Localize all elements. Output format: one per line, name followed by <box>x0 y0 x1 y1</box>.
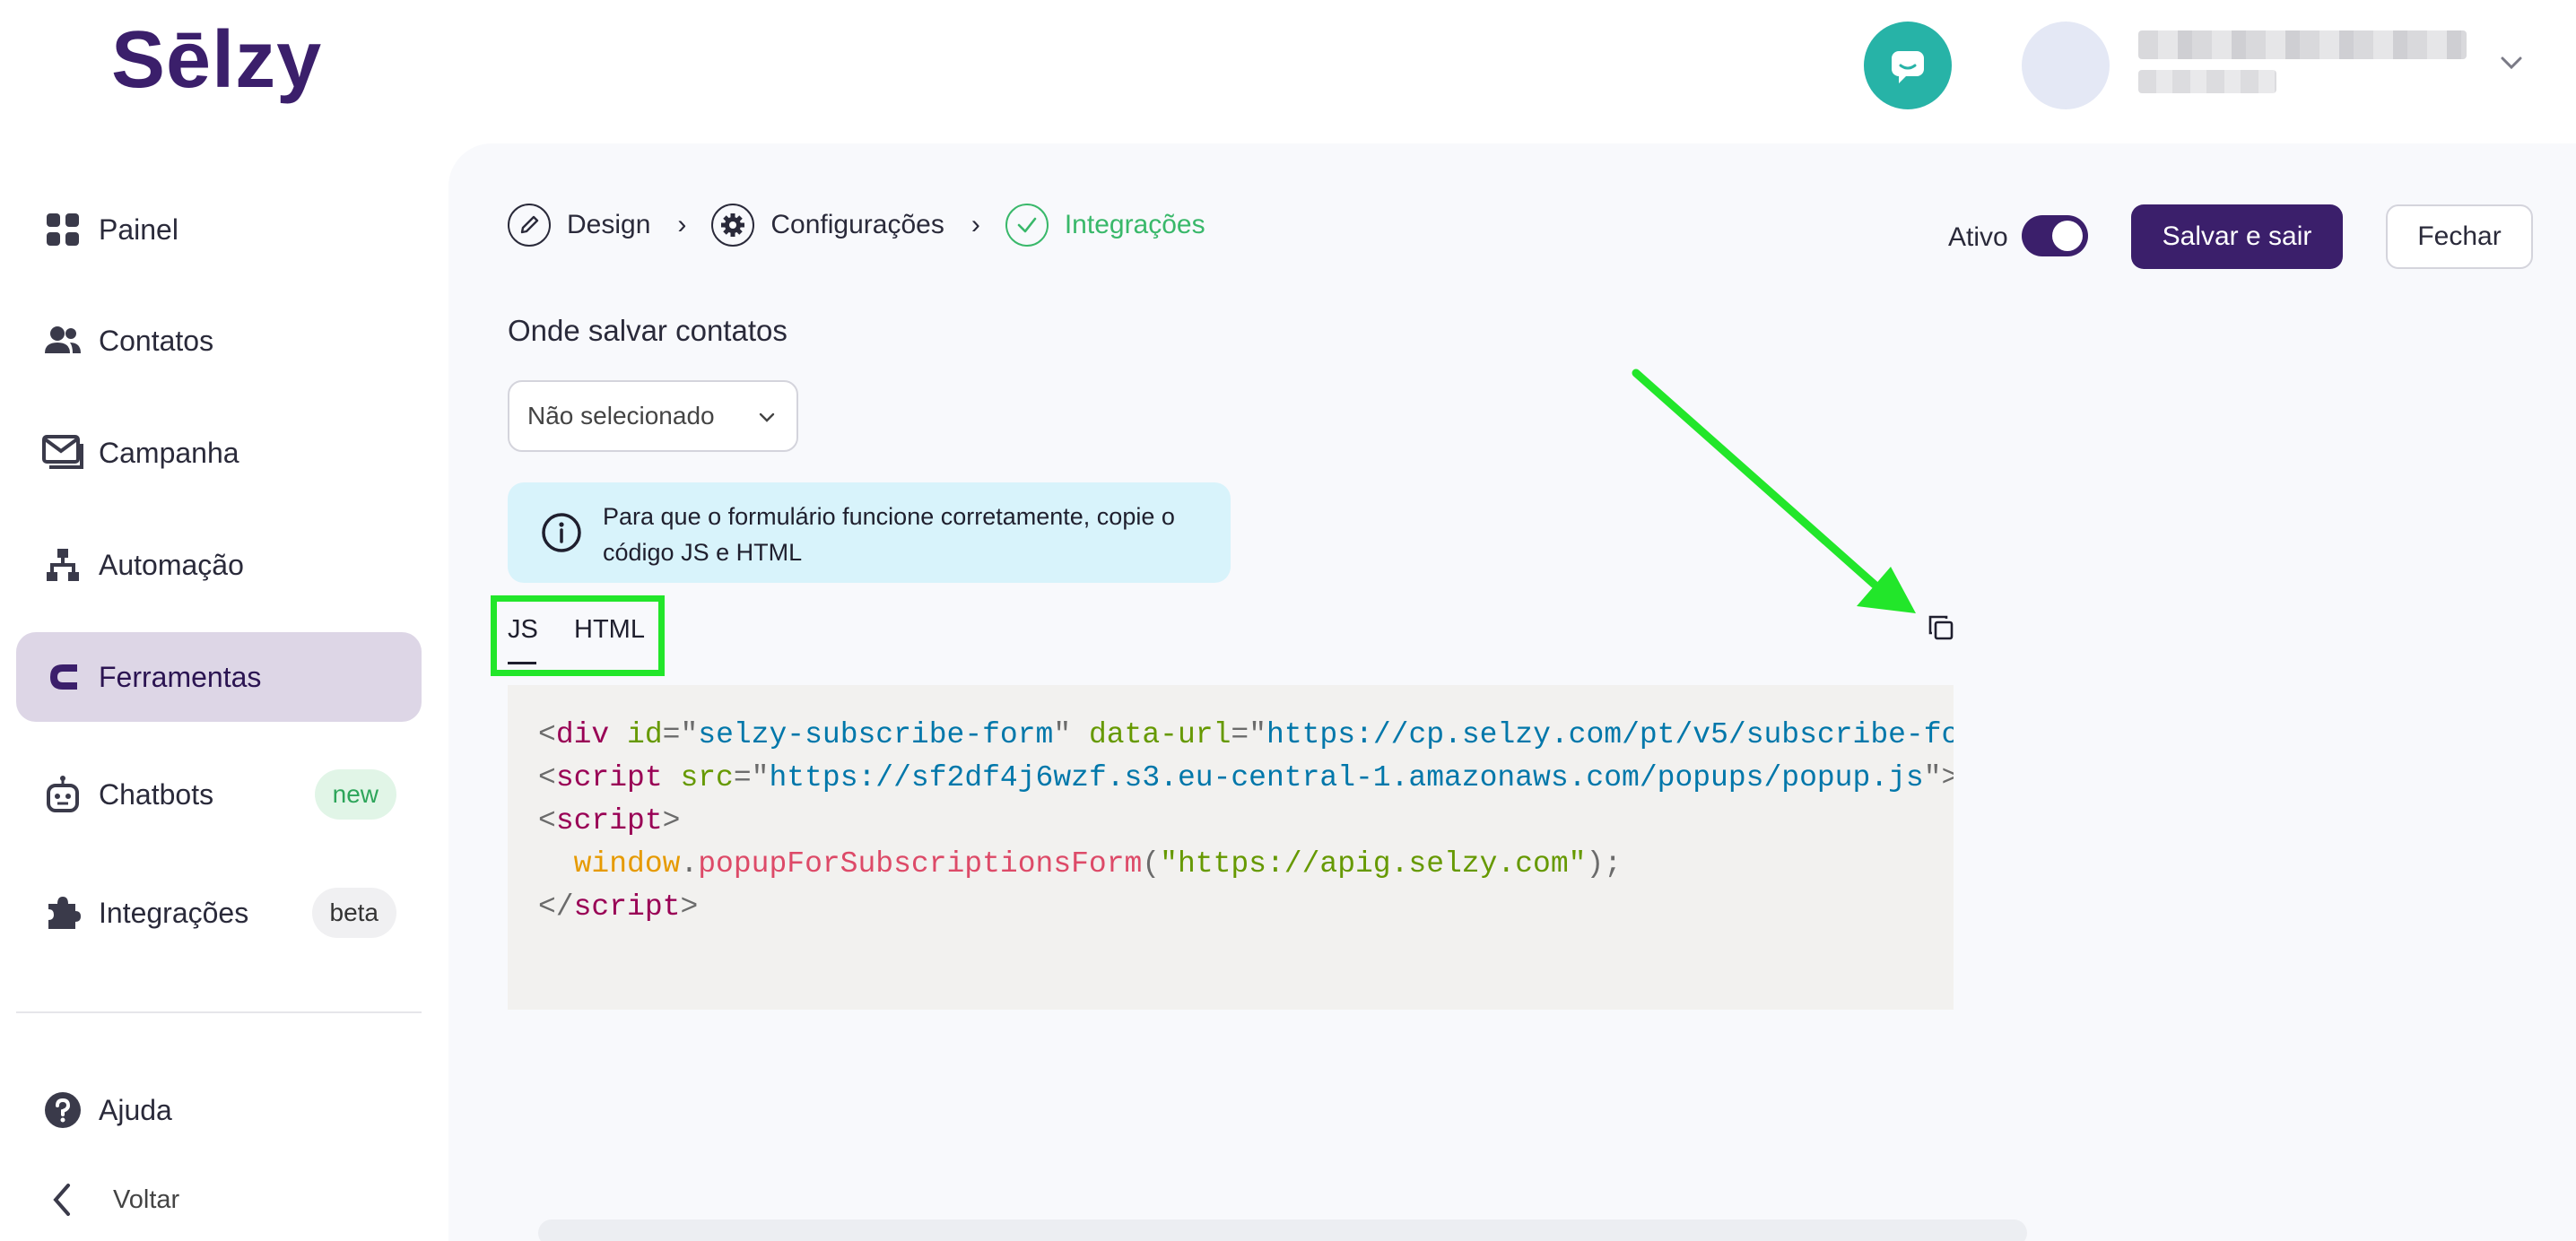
sidebar-item-painel[interactable]: Painel <box>16 185 422 274</box>
chat-bubble-icon <box>1892 51 1924 83</box>
code-tag: div <box>555 718 610 751</box>
sidebar-item-campanha[interactable]: Campanha <box>16 408 422 498</box>
contacts-list-select[interactable]: Não selecionado <box>508 380 798 452</box>
step-design[interactable]: Design <box>508 204 650 247</box>
robot-icon <box>41 773 84 816</box>
toggle-knob <box>2052 221 2083 251</box>
active-tab-indicator <box>508 662 536 664</box>
magnet-icon <box>41 655 84 699</box>
help-icon <box>41 1089 84 1132</box>
sidebar-item-ajuda[interactable]: Ajuda <box>16 1065 422 1155</box>
code-tag: script <box>555 761 663 794</box>
info-text: Para que o formulário funcione corretame… <box>603 503 1175 566</box>
code-string: https://cp.selzy.com/pt/v5/subscribe-for… <box>1266 718 1954 751</box>
code-block[interactable]: <div id="selzy-subscribe-form" data-url=… <box>508 685 1954 1010</box>
tab-js[interactable]: JS <box>508 615 538 645</box>
code-string: "https://apig.selzy.com" <box>1160 847 1587 881</box>
status-label: Ativo <box>1948 222 2008 252</box>
user-email-blurred <box>2138 70 2276 93</box>
code-punctuation: ); <box>1586 847 1623 881</box>
code-attr: src <box>680 761 734 794</box>
sidebar-item-label: Contatos <box>99 324 214 357</box>
user-avatar[interactable] <box>2022 22 2110 109</box>
code-function: popupForSubscriptionsForm <box>698 847 1143 881</box>
step-configuracoes[interactable]: Configurações <box>711 204 944 247</box>
sidebar-item-contatos[interactable]: Contatos <box>16 296 422 386</box>
tab-html[interactable]: HTML <box>574 615 645 645</box>
code-attr: data-url <box>1088 718 1231 751</box>
sidebar-item-label: Ajuda <box>99 1093 172 1126</box>
chevron-down-icon <box>759 412 775 422</box>
close-button[interactable]: Fechar <box>2386 204 2533 269</box>
sidebar-item-label: Chatbots <box>99 777 214 811</box>
back-label: Voltar <box>113 1185 180 1214</box>
sidebar-item-label: Integrações <box>99 896 249 929</box>
sidebar-back-button[interactable]: Voltar <box>16 1157 422 1241</box>
code-string: https://sf2df4j6wzf.s3.eu-central-1.amaz… <box>769 761 1924 794</box>
users-icon <box>41 319 84 362</box>
puzzle-icon <box>41 891 84 934</box>
code-punctuation: ></ <box>1941 761 1954 794</box>
contacts-section-title: Onde salvar contatos <box>508 314 788 347</box>
sidebar-item-automacao[interactable]: Automação <box>16 520 422 610</box>
bottom-card-edge <box>538 1219 2027 1241</box>
dashboard-icon <box>41 208 84 251</box>
sidebar-item-chatbots[interactable]: Chatbots new <box>16 750 422 839</box>
code-tag: script <box>573 890 681 924</box>
wizard-steps: Design › Configurações › Integrações <box>508 203 1205 247</box>
code-content: <div id="selzy-subscribe-form" data-url=… <box>538 714 1954 929</box>
gear-icon <box>711 204 755 247</box>
select-value: Não selecionado <box>527 402 715 430</box>
step-label: Design <box>567 210 651 239</box>
step-integracoes[interactable]: Integrações <box>1005 204 1205 247</box>
step-label: Configurações <box>770 210 944 239</box>
chevron-down-icon[interactable] <box>2495 47 2528 79</box>
sidebar-item-label: Automação <box>99 548 244 581</box>
code-object: window <box>573 847 681 881</box>
check-icon <box>1005 204 1049 247</box>
selzy-logo[interactable]: Sēlzy <box>111 20 322 100</box>
sidebar-item-label: Campanha <box>99 436 239 469</box>
sidebar-item-integracoes[interactable]: Integrações beta <box>16 868 422 958</box>
active-toggle[interactable] <box>2022 215 2088 256</box>
sidebar-item-label: Painel <box>99 213 178 246</box>
step-label: Integrações <box>1064 210 1205 239</box>
new-badge: new <box>314 769 396 820</box>
mail-icon <box>41 431 84 474</box>
copy-icon[interactable] <box>1927 613 1955 642</box>
save-and-exit-button[interactable]: Salvar e sair <box>2131 204 2343 269</box>
code-attr: id <box>627 718 663 751</box>
sidebar-divider <box>16 1011 422 1013</box>
chat-button[interactable] <box>1864 22 1952 109</box>
sidebar-item-ferramentas[interactable]: Ferramentas <box>16 632 422 722</box>
user-name-blurred <box>2138 30 2467 59</box>
flow-icon <box>41 543 84 586</box>
code-tag: script <box>555 804 663 837</box>
info-icon <box>542 513 581 552</box>
code-string: selzy-subscribe-form <box>698 718 1054 751</box>
pencil-icon <box>508 204 551 247</box>
step-separator: › <box>677 210 687 239</box>
beta-badge: beta <box>311 888 396 938</box>
step-separator: › <box>970 210 980 239</box>
info-alert: Para que o formulário funcione corretame… <box>508 482 1231 583</box>
sidebar-item-label: Ferramentas <box>99 660 262 693</box>
chevron-left-icon <box>41 1178 84 1221</box>
